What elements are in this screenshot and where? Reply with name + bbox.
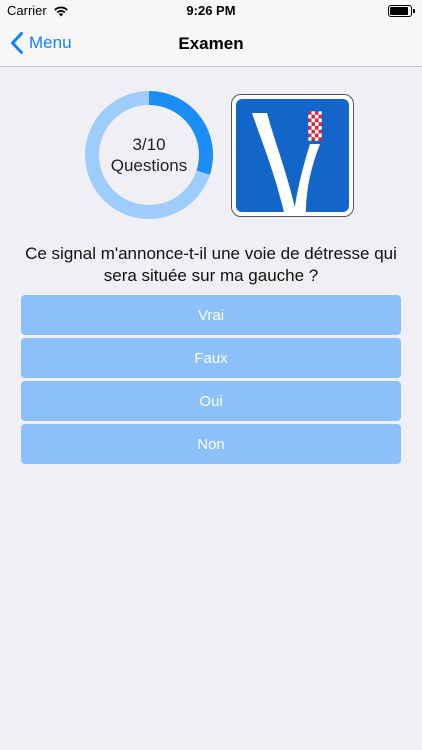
- status-time: 9:26 PM: [186, 3, 236, 18]
- answer-button-oui[interactable]: Oui: [21, 381, 401, 421]
- emergency-lane-sign-icon: [252, 110, 323, 212]
- page-title: Examen: [178, 34, 244, 53]
- answer-list: Vrai Faux Oui Non: [21, 295, 401, 467]
- status-bar: Carrier 9:26 PM: [0, 0, 422, 22]
- question-text: Ce signal m'annonce-t-il une voie de dét…: [25, 244, 397, 285]
- progress-count: 3/10: [132, 135, 166, 154]
- answer-button-vrai[interactable]: Vrai: [21, 295, 401, 335]
- road-sign-image: [231, 94, 354, 217]
- road-sign-panel: [236, 99, 349, 212]
- progress-unit: Questions: [110, 156, 188, 175]
- answer-button-non[interactable]: Non: [21, 424, 401, 464]
- battery-level: [390, 7, 408, 15]
- progress-label: 3/10 Questions: [83, 89, 215, 221]
- answer-button-faux[interactable]: Faux: [21, 338, 401, 378]
- battery-icon: [388, 5, 415, 17]
- navigation-bar: Menu Examen: [0, 22, 422, 67]
